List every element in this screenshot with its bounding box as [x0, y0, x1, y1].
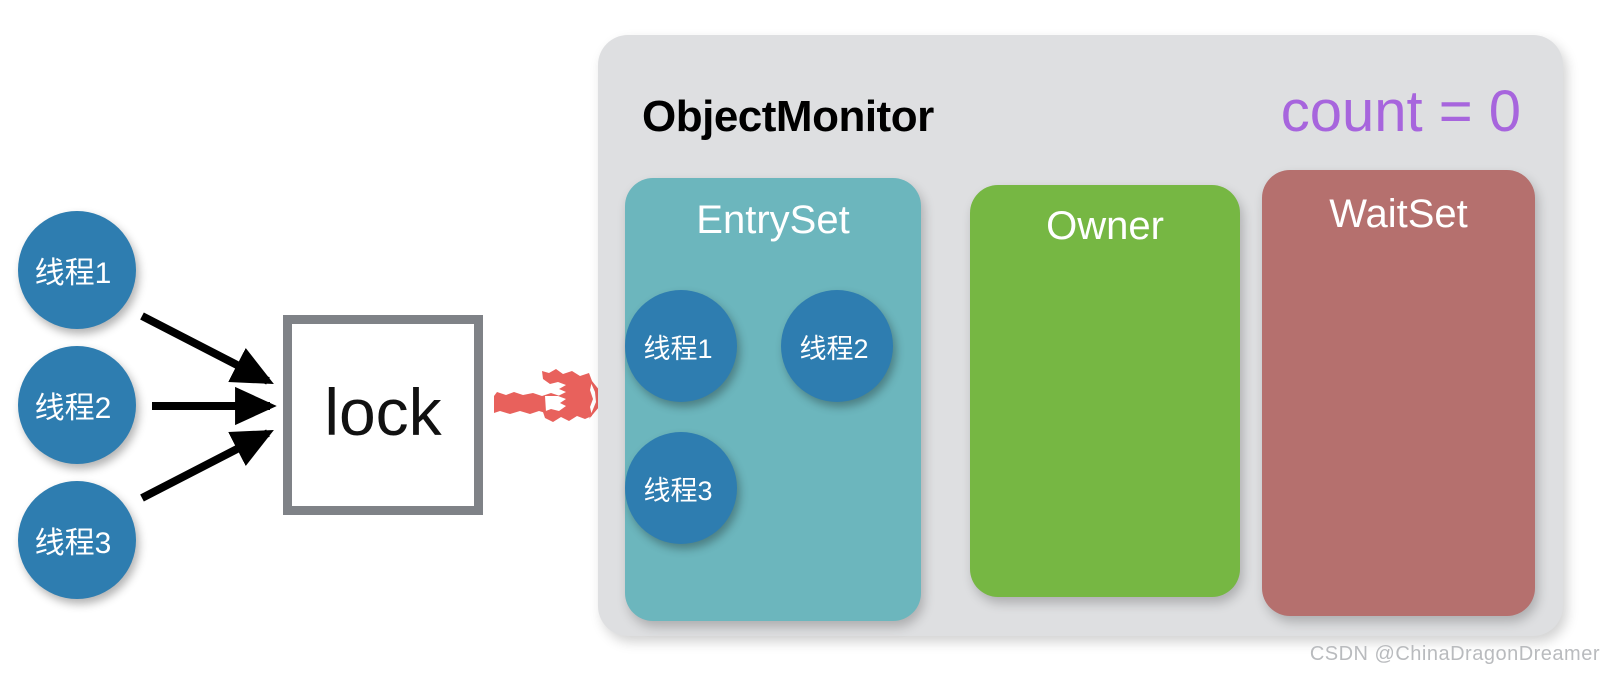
- lock-box: lock: [283, 315, 483, 515]
- thread-circle-1: 线程1: [18, 211, 136, 329]
- waitset-panel-title: WaitSet: [1329, 192, 1468, 236]
- entryset-panel-title: EntrySet: [696, 198, 850, 242]
- thread-circle-2-label: 线程2: [34, 392, 112, 425]
- thread-circle-3-label: 线程3: [34, 527, 112, 560]
- entryset-thread-3: 线程3: [625, 432, 737, 544]
- lock-label: lock: [324, 375, 442, 449]
- entryset-thread-1: 线程1: [625, 290, 737, 402]
- entryset-thread-2-label: 线程2: [799, 333, 869, 364]
- waitset-panel: WaitSet: [1262, 170, 1535, 616]
- thread-circle-2: 线程2: [18, 346, 136, 464]
- object-monitor-title: ObjectMonitor: [642, 92, 934, 141]
- entryset-thread-1-label: 线程1: [643, 333, 713, 364]
- owner-panel: Owner: [970, 185, 1240, 597]
- monitor-count-label: count = 0: [1280, 79, 1521, 144]
- entryset-thread-3-label: 线程3: [643, 475, 713, 506]
- thread-circle-3: 线程3: [18, 481, 136, 599]
- arrow-thread1-to-lock: [140, 312, 274, 385]
- arrow-lock-to-monitor: [494, 369, 603, 422]
- thread-circle-1-label: 线程1: [34, 257, 112, 290]
- entryset-thread-2: 线程2: [781, 290, 893, 402]
- watermark-text: CSDN @ChinaDragonDreamer: [1309, 643, 1600, 665]
- owner-panel-title: Owner: [1046, 204, 1164, 248]
- arrow-thread3-to-lock: [140, 429, 274, 502]
